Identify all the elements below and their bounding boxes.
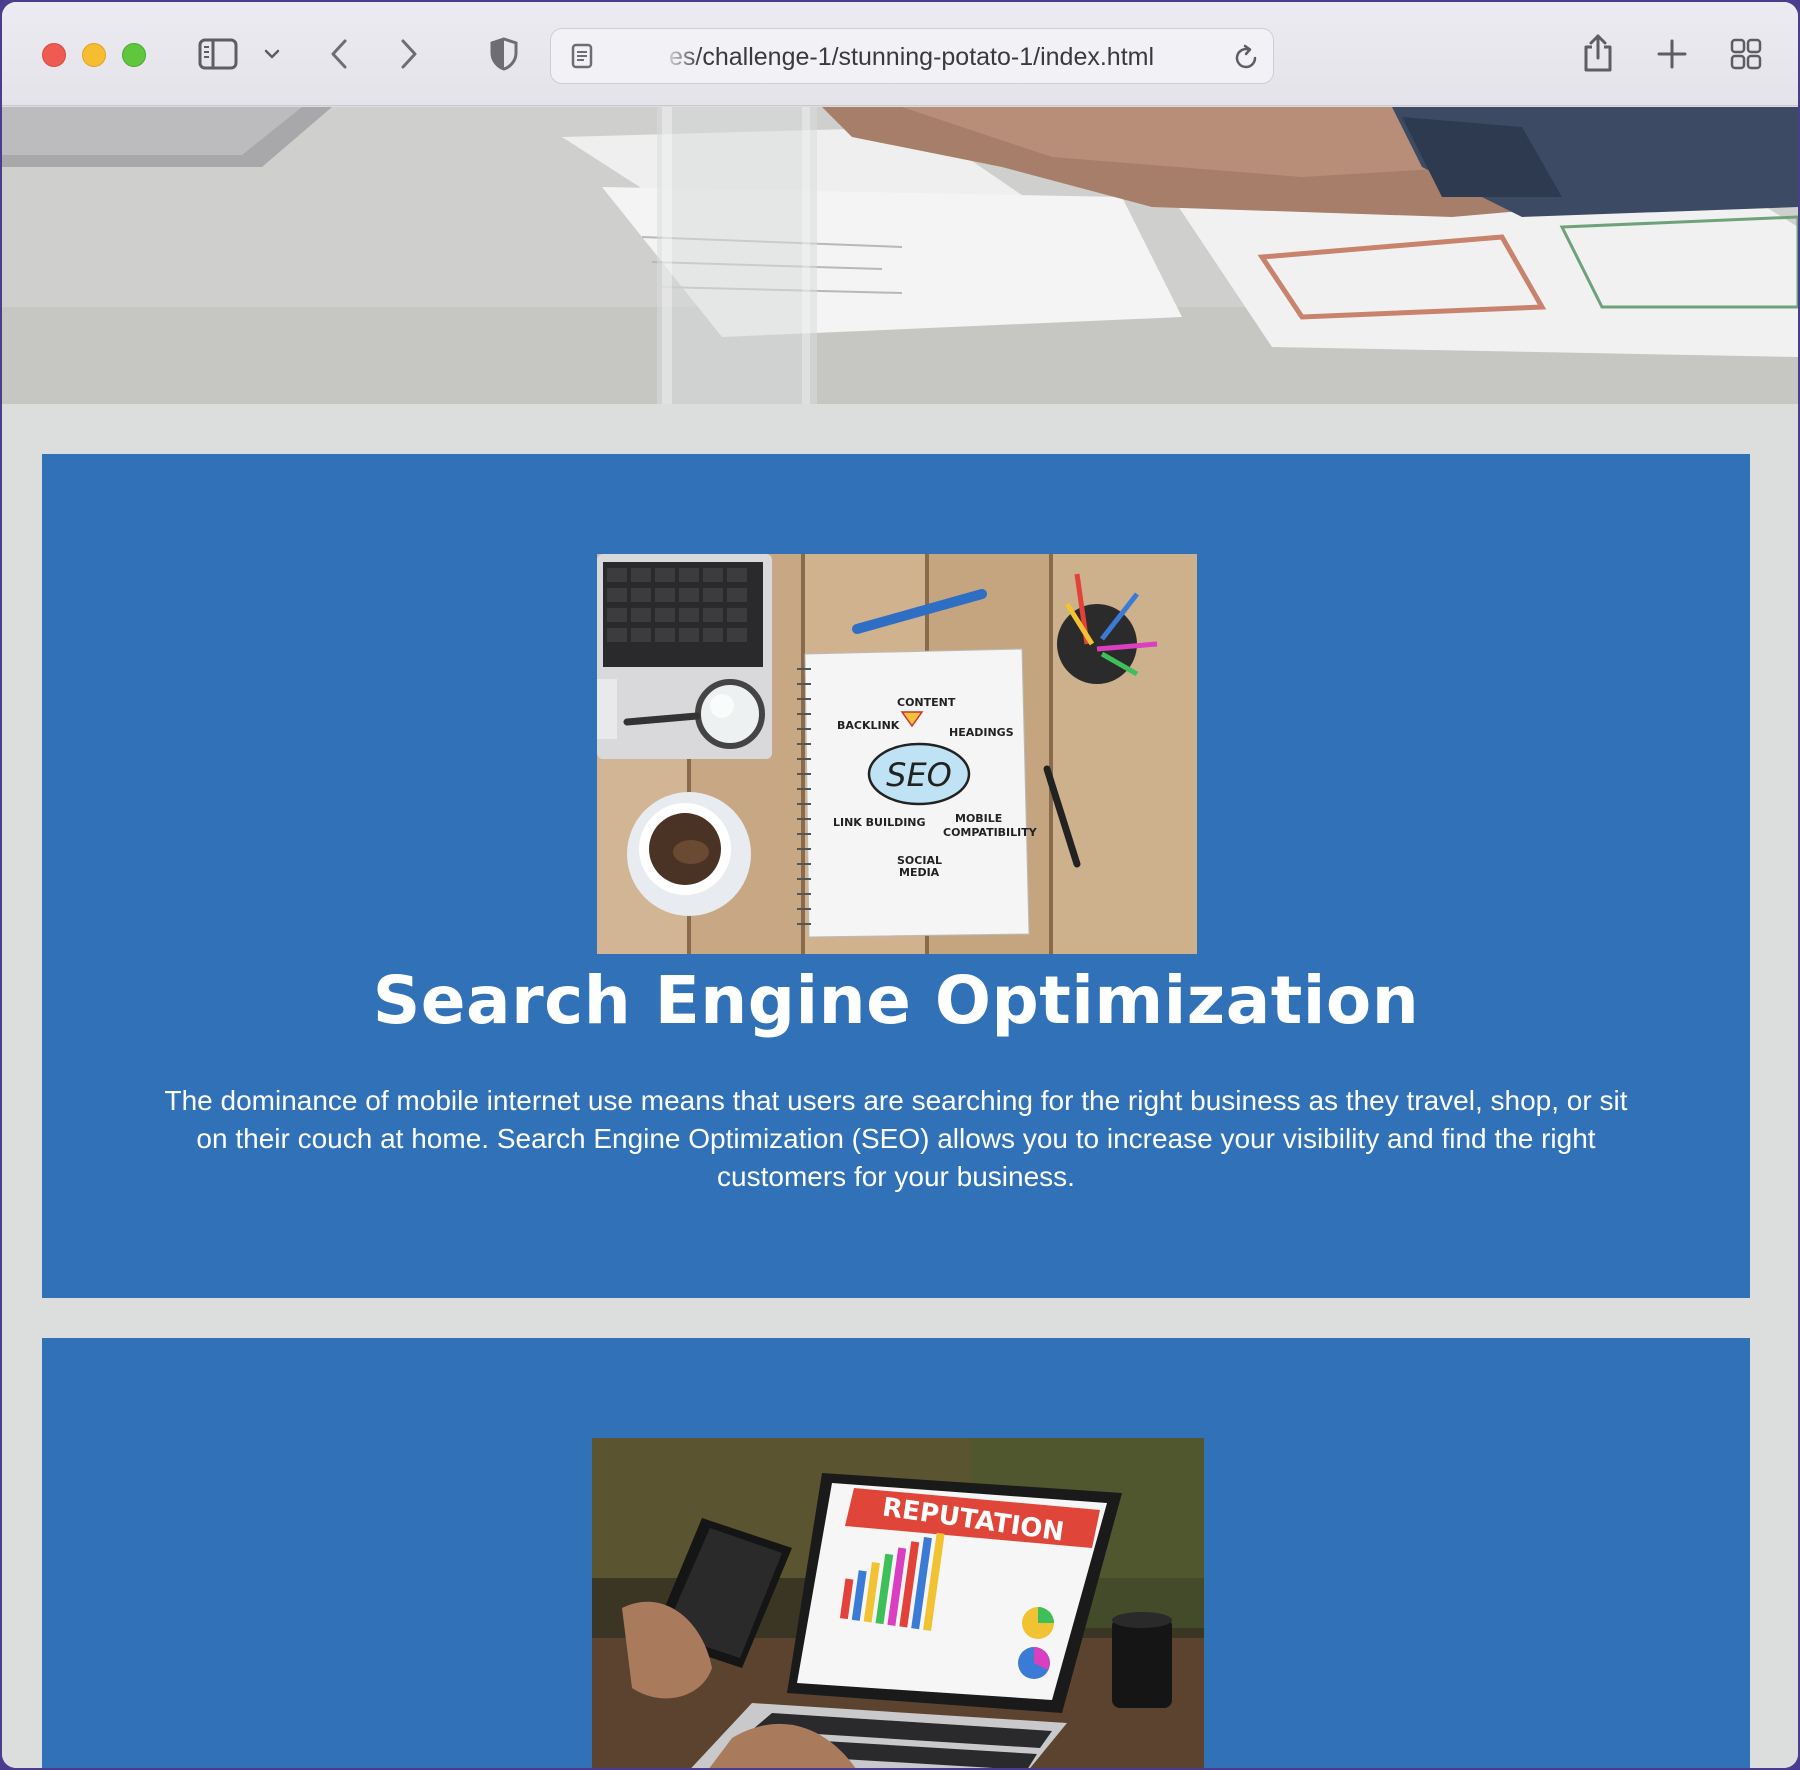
seo-label-link-building: LINK BUILDING <box>833 816 926 829</box>
page-icon <box>571 43 593 74</box>
seo-label-headings: HEADINGS <box>949 726 1014 739</box>
service-card-reputation: REPUTATION <box>42 1338 1750 1768</box>
seo-label-mobile: MOBILE <box>955 812 1002 825</box>
seo-image: SEO CONTENT BACKLINK HEADINGS LINK BUILD… <box>597 554 1197 954</box>
page-content: SEO CONTENT BACKLINK HEADINGS LINK BUILD… <box>2 404 1798 1768</box>
seo-label-media: MEDIA <box>899 866 940 879</box>
reload-icon[interactable] <box>1233 43 1259 76</box>
shield-icon[interactable] <box>488 36 520 72</box>
browser-toolbar: es/challenge-1/stunning-potato-1/index.h… <box>2 2 1798 106</box>
hero-image <box>2 107 1798 404</box>
zoom-window-button[interactable] <box>122 43 146 67</box>
section-description: The dominance of mobile internet use mea… <box>164 1085 1628 1192</box>
section-title: Search Engine Optimization <box>372 962 1420 1039</box>
tab-grid-icon[interactable] <box>1728 36 1764 72</box>
close-window-button[interactable] <box>42 43 66 67</box>
address-bar[interactable]: es/challenge-1/stunning-potato-1/index.h… <box>550 28 1274 84</box>
plus-icon[interactable] <box>1654 36 1690 72</box>
browser-window: es/challenge-1/stunning-potato-1/index.h… <box>2 2 1798 1768</box>
sidebar-icon[interactable] <box>198 36 238 72</box>
seo-label-backlink: BACKLINK <box>837 719 900 732</box>
seo-cloud-label: SEO <box>886 756 952 794</box>
url-fade <box>661 37 701 77</box>
service-card-seo: SEO CONTENT BACKLINK HEADINGS LINK BUILD… <box>42 454 1750 1298</box>
seo-label-compatibility: COMPATIBILITY <box>943 826 1038 839</box>
back-arrow-icon[interactable] <box>324 36 354 72</box>
chevron-down-icon[interactable] <box>262 44 282 64</box>
seo-label-content: CONTENT <box>897 696 956 709</box>
forward-arrow-icon[interactable] <box>394 36 424 72</box>
minimize-window-button[interactable] <box>82 43 106 67</box>
share-icon[interactable] <box>1580 32 1616 74</box>
url-text[interactable]: es/challenge-1/stunning-potato-1/index.h… <box>669 29 1229 85</box>
reputation-image: REPUTATION <box>592 1438 1204 1768</box>
